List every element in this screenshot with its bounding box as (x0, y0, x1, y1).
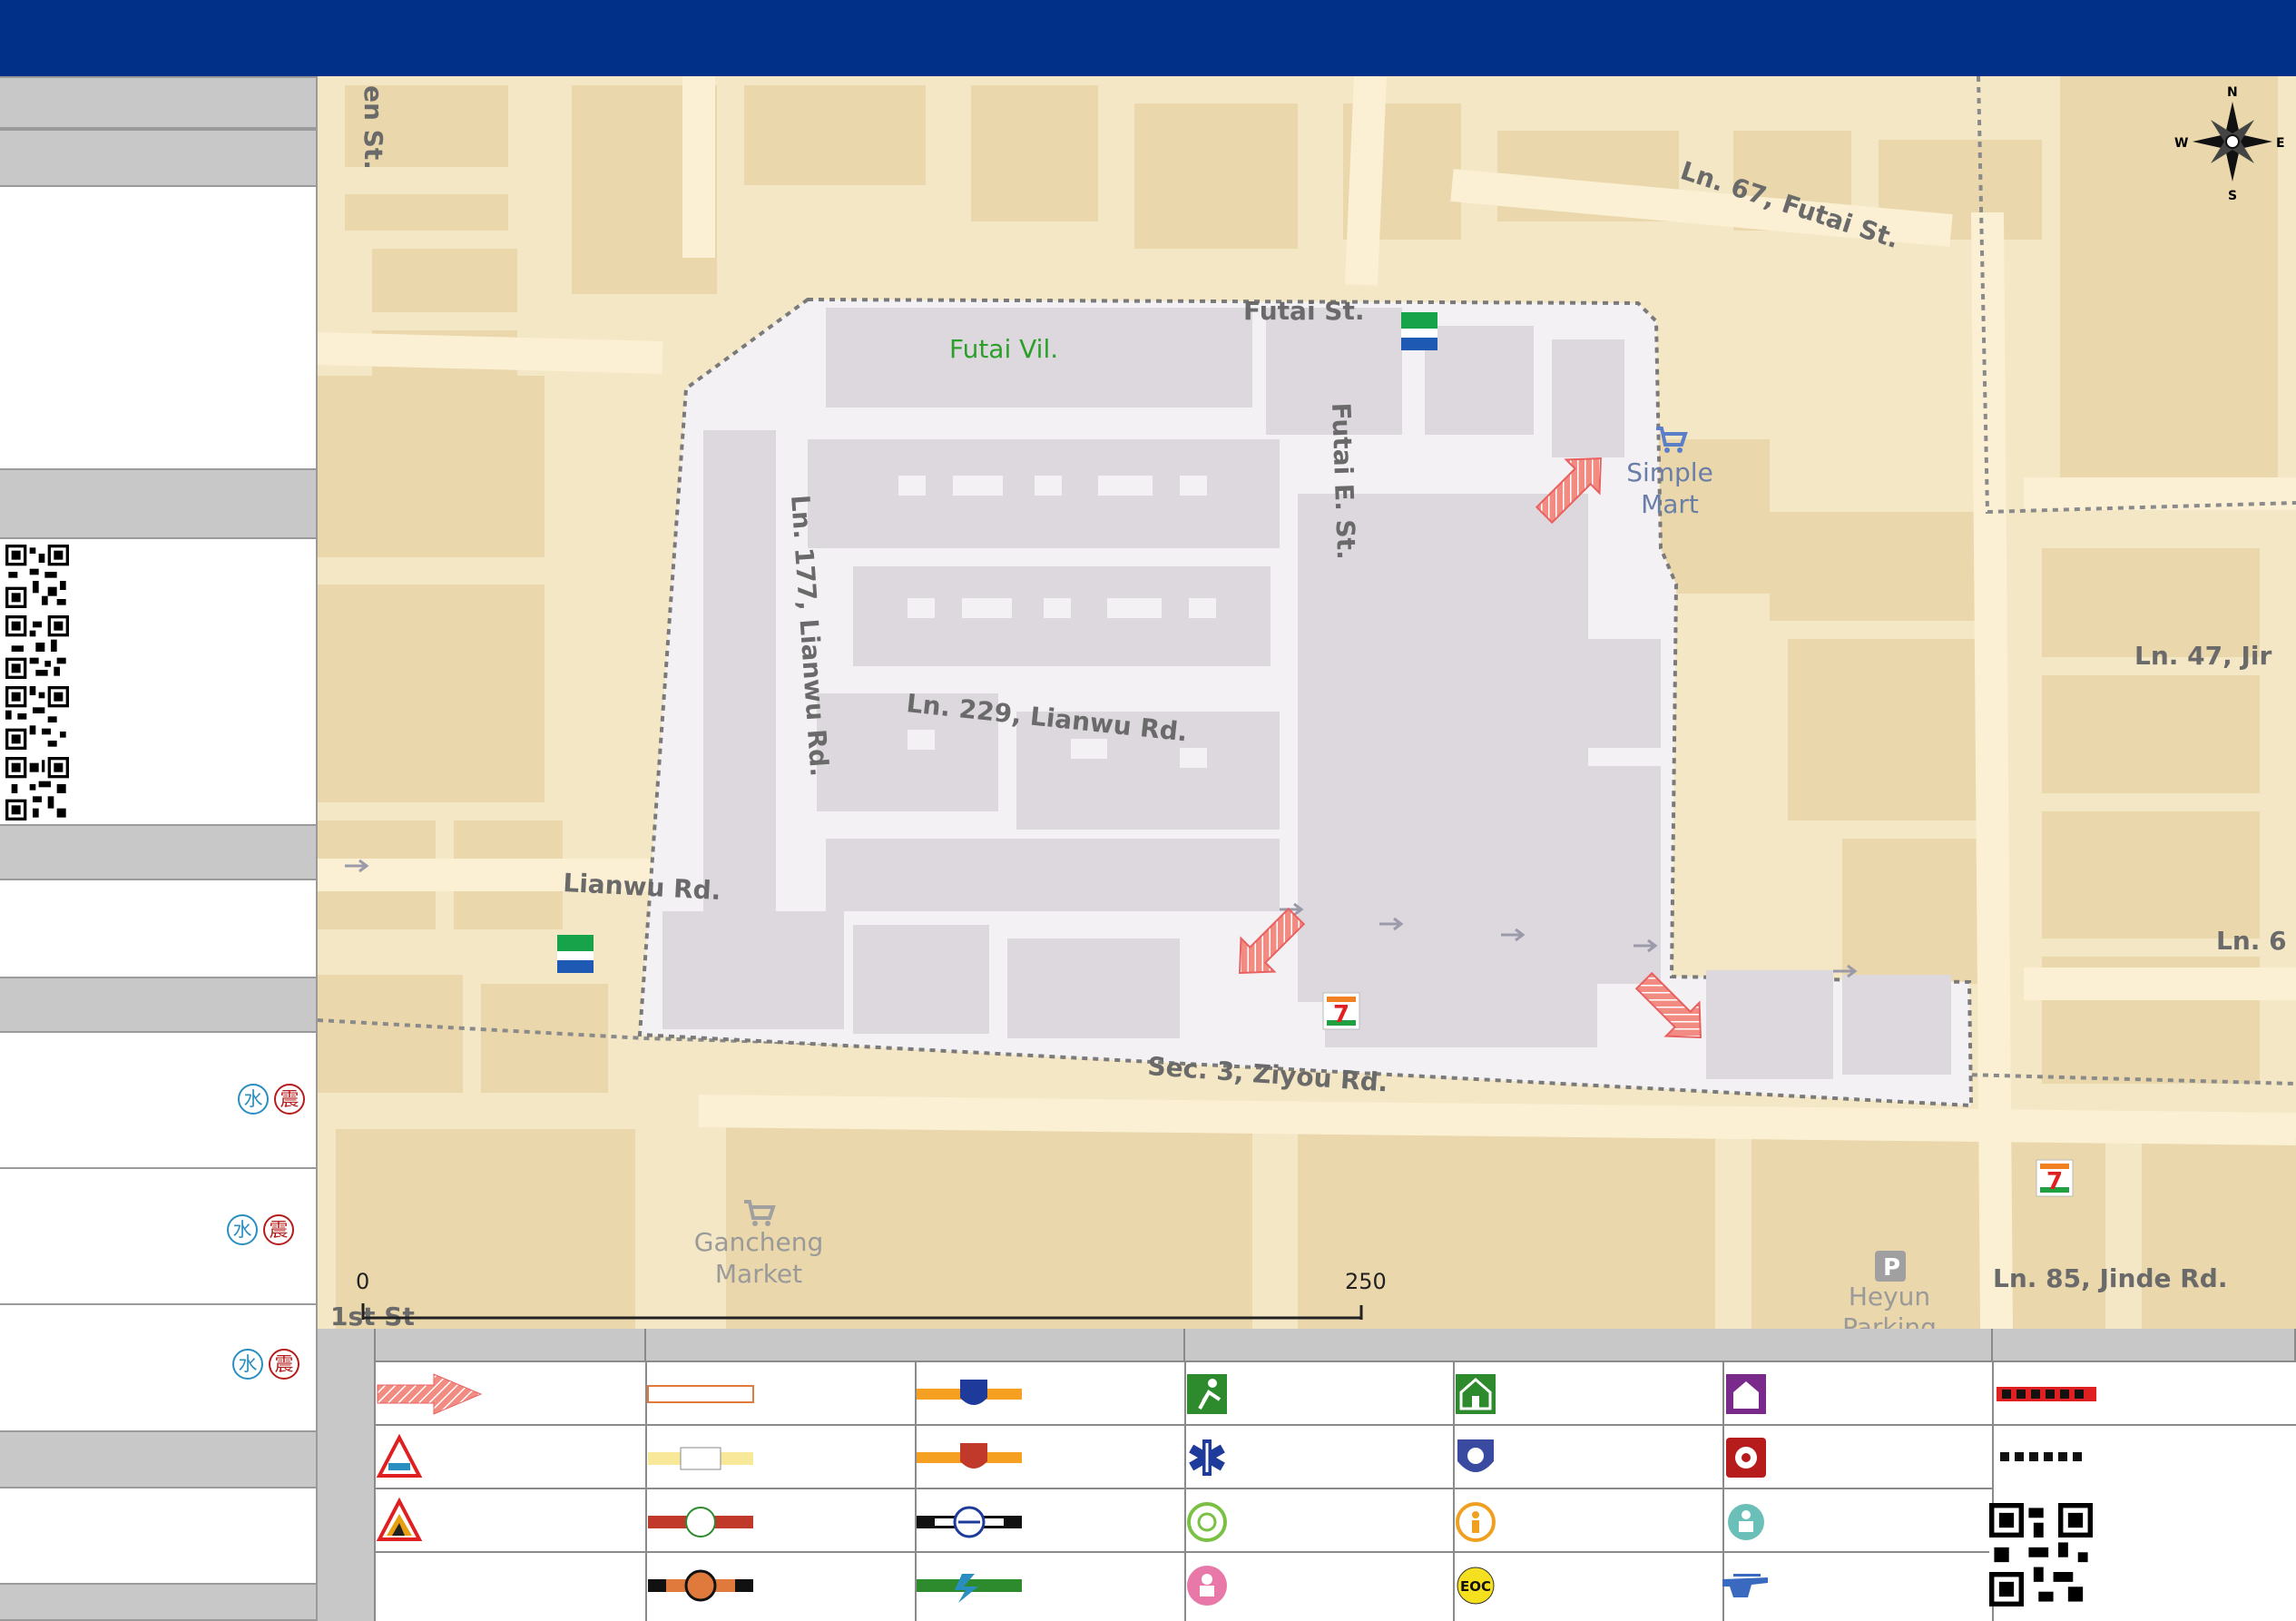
legend-provincial-highway-icon (917, 1443, 1022, 1469)
qr-code-3-icon[interactable] (5, 686, 69, 750)
svg-text:7: 7 (1333, 1001, 1349, 1028)
street-label-futai-st: Futai St. (1243, 296, 1364, 326)
compass-w: W (2174, 136, 2188, 151)
legend-care-facility-icon (1728, 1504, 1764, 1540)
sidebar-header-6 (0, 1583, 316, 1621)
convenience-store-icon-1: 7 (1322, 992, 1360, 1030)
scale-label-0: 0 (356, 1269, 369, 1294)
legend-road-expressway-icon (648, 1569, 753, 1602)
svg-text:P: P (1883, 1254, 1900, 1282)
sidebar-divider-2 (0, 1303, 316, 1305)
legend-road-secondary-icon (648, 1447, 753, 1470)
legend-medical-icon (1189, 1439, 1225, 1476)
water-hazard-badge-3: 水 (232, 1349, 263, 1380)
street-label-ln6: Ln. 6 (2216, 926, 2287, 956)
legend-national-highway-icon (917, 1380, 1022, 1405)
legend-road-primary-icon (647, 1385, 754, 1403)
street-label-bottom: 1st St (330, 1302, 415, 1329)
family-mart-icon-2 (557, 935, 594, 973)
place-label-simple-mart-2: Mart (1641, 489, 1699, 519)
title-bar (0, 0, 2296, 76)
street-label-ln85: Ln. 85, Jinde Rd. (1993, 1263, 2227, 1293)
legend-eoc-label: EOC (1460, 1578, 1491, 1595)
place-label-gancheng-2: Market (715, 1259, 802, 1289)
village-label: Futai Vil. (949, 334, 1058, 364)
compass-s: S (2228, 189, 2237, 203)
svg-text:7: 7 (2046, 1168, 2063, 1195)
earthquake-badge-3: 震 (269, 1349, 299, 1380)
sidebar-header-5 (0, 1430, 316, 1488)
place-label-gancheng-1: Gancheng (694, 1227, 824, 1257)
legend-community-center-icon (1726, 1374, 1766, 1414)
legend-elderly-shelter-icon (1456, 1502, 1496, 1542)
legend-high-speed-rail-icon (917, 1574, 1022, 1603)
legend-fire-station-icon (1726, 1438, 1766, 1478)
legend-railway-icon (917, 1506, 1022, 1538)
legend-eoc-icon: EOC (1457, 1567, 1495, 1605)
sidebar-header-shelters (0, 977, 316, 1033)
family-mart-icon-1 (1401, 312, 1437, 350)
street-label-ln47: Ln. 47, Jir (2134, 641, 2272, 671)
legend-flood-warning-icon (376, 1433, 423, 1478)
compass-n: N (2227, 85, 2238, 100)
legend-evacuation-site-icon (1187, 1374, 1227, 1414)
map-legend: EOC (318, 1329, 2296, 1621)
water-hazard-badge-2: 水 (227, 1214, 258, 1245)
sidebar-header-4 (0, 824, 316, 880)
sidebar-header-qr (0, 468, 316, 539)
legend-boundary-village-icon (1997, 1387, 2096, 1401)
legend-shelter-house-icon (1456, 1374, 1496, 1414)
place-label-simple-mart-1: Simple (1626, 457, 1713, 487)
place-label-heyun-2: Parking (1842, 1312, 1937, 1329)
street-label-edge: en St. (358, 85, 388, 170)
parking-icon: P (1875, 1251, 1906, 1282)
legend-women-children-icon (1187, 1566, 1227, 1606)
legend-road-provincial-icon (648, 1507, 753, 1537)
legend-police-icon (1457, 1439, 1494, 1472)
earthquake-badge-2: 震 (263, 1214, 294, 1245)
earthquake-badge-1: 震 (274, 1084, 305, 1115)
qr-code-4-icon[interactable] (5, 757, 69, 820)
qr-code-2-icon[interactable] (5, 615, 69, 679)
qr-code-1-icon[interactable] (5, 545, 69, 608)
legend-landslide-warning-icon (376, 1497, 423, 1541)
convenience-store-icon-2: 7 (2036, 1159, 2074, 1197)
map-view[interactable]: Futai St. Ln. 67, Futai St. Futai E. St.… (318, 76, 2296, 1329)
legend-boundary-neighborhood-icon (2000, 1452, 2082, 1461)
scale-label-250: 250 (1345, 1269, 1387, 1294)
legend-evac-route-icon (377, 1373, 483, 1415)
legend-helipad-icon (1722, 1574, 1768, 1597)
street-label-futai-e-st: Futai E. St. (1326, 402, 1361, 560)
compass-e: E (2276, 136, 2285, 151)
sidebar-header-1 (0, 76, 316, 129)
info-sidebar: 水 震 水 震 水 震 (0, 76, 318, 1621)
map-canvas: Futai St. Ln. 67, Futai St. Futai E. St.… (318, 76, 2296, 1329)
legend-qr-code-icon[interactable] (1989, 1503, 2093, 1606)
sidebar-divider-1 (0, 1167, 316, 1169)
sidebar-header-2 (0, 129, 316, 187)
legend-accessible-shelter-icon (1187, 1502, 1227, 1542)
water-hazard-badge-1: 水 (238, 1084, 269, 1115)
place-label-heyun-1: Heyun (1849, 1282, 1930, 1312)
